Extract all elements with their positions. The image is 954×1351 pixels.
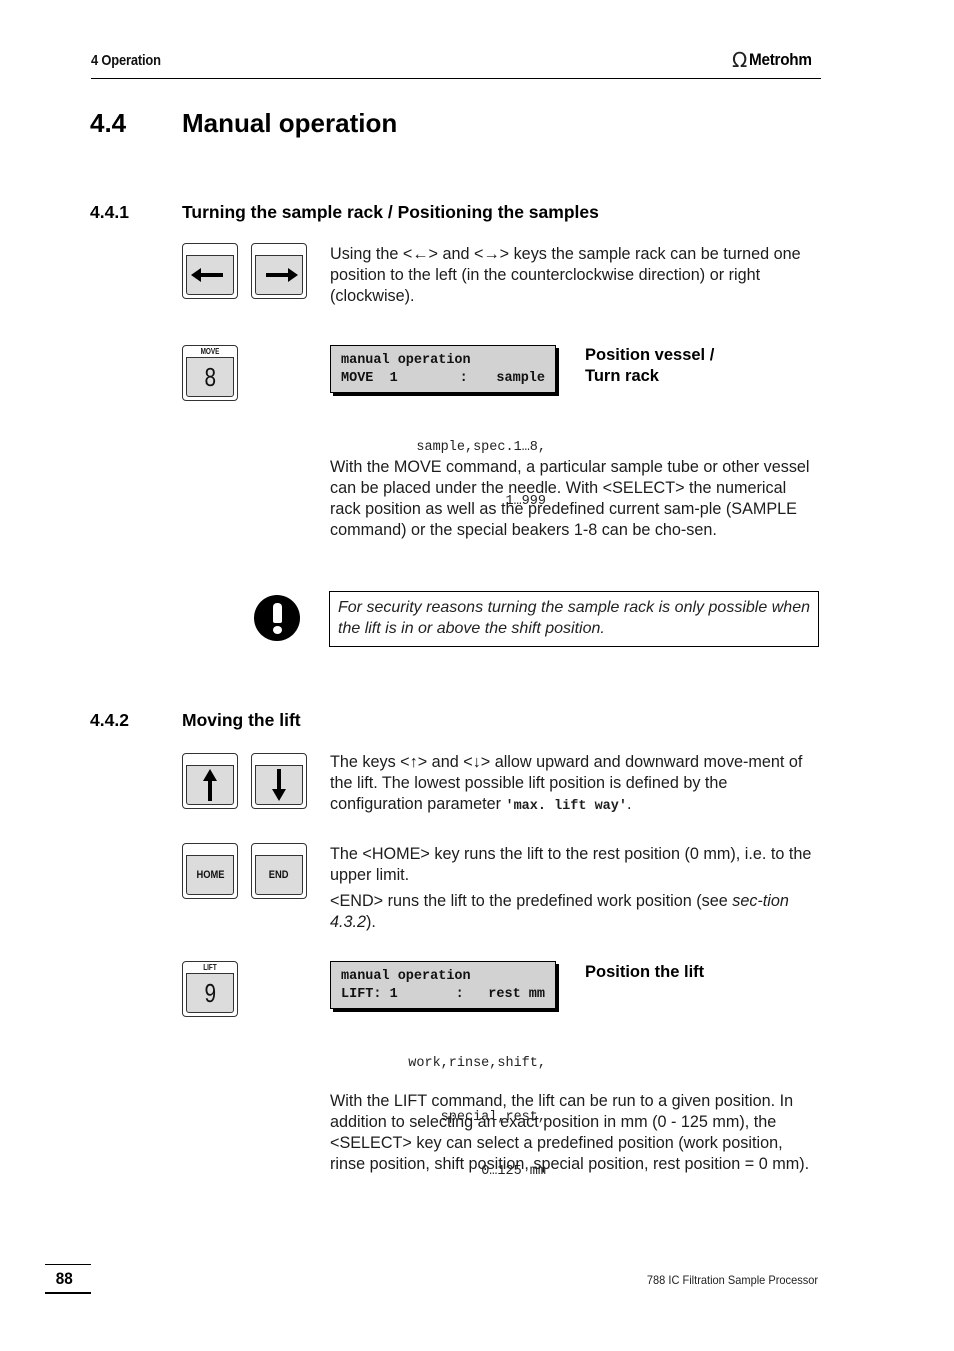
security-note: For security reasons turning the sample … [329, 591, 819, 647]
section-number: 4.4 [90, 108, 127, 138]
omega-logo-icon: Ω [732, 48, 748, 72]
key-arrow-left [182, 243, 238, 299]
lcd-command: MOVE 1 [341, 371, 398, 386]
lcd-value: sample [496, 371, 545, 386]
lcd-display-move: manual operation MOVE 1 : sample [330, 345, 556, 393]
arrow-left-icon [191, 268, 223, 282]
key-cap-label: LIFT [203, 963, 217, 972]
brand-logo: Ω Metrohm [732, 50, 819, 70]
rack-keys-description: Using the <←> and <→> keys the sample ra… [330, 245, 801, 305]
running-header-chapter: 4 Operation [91, 52, 161, 69]
section-title: Manual operation [182, 108, 398, 138]
key-cap-label: MOVE [200, 347, 220, 356]
lcd-display-lift: manual operation LIFT: 1 : rest mm [330, 961, 556, 1009]
lcd-line-1: manual operation [341, 969, 471, 984]
side-title-position-vessel: Position vessel / Turn rack [585, 346, 715, 385]
subsection-number: 4.4.2 [90, 710, 129, 730]
arrow-up-icon [203, 769, 217, 801]
inline-arrow-left-icon: ← [412, 245, 429, 263]
config-parameter: 'max. lift way' [505, 799, 627, 814]
key-lift-9: LIFT 9 [182, 961, 238, 1017]
arrow-down-icon [272, 769, 286, 801]
lift-keys-description: The keys <↑> and <↓> allow upward and do… [330, 753, 803, 814]
subsection-heading-lift: 4.4.2 Moving the lift [90, 710, 301, 731]
brand-name: Metrohm [749, 50, 813, 69]
lcd-separator: : [459, 371, 468, 386]
header-divider [91, 78, 821, 79]
key-arrow-up [182, 753, 238, 809]
subsection-title: Turning the sample rack / Positioning th… [182, 202, 599, 222]
subsection-heading-turning: 4.4.1 Turning the sample rack / Positioni… [90, 202, 599, 223]
key-home: HOME [182, 843, 238, 899]
inline-arrow-up-icon: ↑ [409, 753, 418, 771]
lcd-command: LIFT: 1 [341, 987, 398, 1002]
section-heading: 4.4 Manual operation [90, 108, 397, 139]
side-title-position-lift: Position the lift [585, 963, 705, 981]
subsection-title: Moving the lift [182, 710, 301, 730]
page-number: 88 [55, 1269, 73, 1288]
key-digit: 8 [204, 361, 216, 392]
end-key-description: <END> runs the lift to the predefined wo… [330, 892, 789, 931]
lcd-value: rest mm [488, 987, 545, 1002]
lcd-separator: : [455, 987, 464, 1002]
exclamation-icon [254, 595, 300, 641]
home-key-description: The <HOME> key runs the lift to the rest… [330, 845, 812, 884]
inline-arrow-down-icon: ↓ [472, 753, 481, 771]
key-arrow-down [251, 753, 307, 809]
key-end: END [251, 843, 307, 899]
product-name: 788 IC Filtration Sample Processor [646, 1273, 818, 1287]
arrow-right-icon [266, 268, 298, 282]
page-number-block: 88 [45, 1264, 91, 1294]
lcd-line-1: manual operation [341, 353, 471, 368]
key-move-8: MOVE 8 [182, 345, 238, 401]
key-digit: 9 [204, 977, 216, 1008]
key-arrow-right [251, 243, 307, 299]
inline-arrow-right-icon: → [483, 245, 500, 263]
move-command-paragraph: With the MOVE command, a particular samp… [330, 458, 810, 539]
subsection-number: 4.4.1 [90, 202, 129, 222]
lift-command-paragraph: With the LIFT command, the lift can be r… [330, 1092, 810, 1173]
